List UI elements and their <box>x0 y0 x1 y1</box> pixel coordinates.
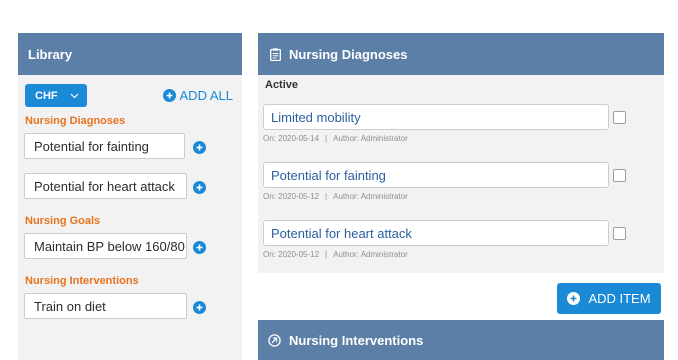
diagnosis-meta: On: 2020-05-12 | Author: Administrator <box>263 192 408 201</box>
diagnosis-entry: Potential for heart attack On: 2020-05-1… <box>258 213 664 271</box>
library-select[interactable]: CHF <box>25 84 87 107</box>
diagnosis-name-field[interactable]: Potential for heart attack <box>263 220 609 246</box>
diagnosis-author: Author: Administrator <box>333 250 408 259</box>
library-item[interactable]: Potential for fainting <box>24 133 185 159</box>
diagnosis-author: Author: Administrator <box>333 134 408 143</box>
diagnoses-header: Nursing Diagnoses <box>258 33 664 75</box>
add-library-item-button[interactable] <box>193 241 206 254</box>
add-item-button[interactable]: ADD ITEM <box>557 283 661 314</box>
library-item-row: Potential for fainting <box>18 131 242 171</box>
page: Library CHF ADD ALL Nursing Diagnoses Po… <box>0 0 678 360</box>
diagnosis-checkbox[interactable] <box>613 169 626 182</box>
plus-circle-icon <box>162 89 176 102</box>
add-all-button[interactable]: ADD ALL <box>162 88 233 103</box>
library-select-value: CHF <box>35 89 58 102</box>
plus-circle-icon <box>567 292 581 305</box>
diagnoses-panel: Nursing Diagnoses Active Limited mobilit… <box>258 33 664 273</box>
library-title: Library <box>28 46 73 62</box>
add-all-label: ADD ALL <box>179 88 233 103</box>
add-library-item-button[interactable] <box>193 141 206 154</box>
library-item-row: Train on diet <box>18 291 242 331</box>
add-library-item-button[interactable] <box>193 181 206 194</box>
library-item[interactable]: Train on diet <box>24 293 187 319</box>
library-section-interventions: Nursing Interventions <box>25 275 139 287</box>
diagnosis-name-field[interactable]: Limited mobility <box>263 104 609 130</box>
add-library-item-button[interactable] <box>193 301 206 314</box>
diagnosis-checkbox[interactable] <box>613 227 626 240</box>
library-section-goals: Nursing Goals <box>25 215 101 227</box>
add-item-label: ADD ITEM <box>588 291 651 306</box>
chevron-down-icon <box>70 93 79 99</box>
diagnosis-entry: Limited mobility On: 2020-05-14 | Author: … <box>258 97 664 155</box>
diagnoses-title: Nursing Diagnoses <box>289 46 408 62</box>
library-item-row: Potential for heart attack <box>18 171 242 211</box>
library-item[interactable]: Maintain BP below 160/80 <box>24 233 187 259</box>
library-item[interactable]: Potential for heart attack <box>24 173 187 199</box>
diagnosis-checkbox[interactable] <box>613 111 626 124</box>
arrow-circle-icon <box>268 333 281 347</box>
diagnosis-author: Author: Administrator <box>333 192 408 201</box>
clipboard-icon <box>270 47 281 61</box>
diagnosis-entry: Potential for fainting On: 2020-05-12 | Au… <box>258 155 664 213</box>
diagnosis-date: On: 2020-05-12 <box>263 192 320 201</box>
interventions-header[interactable]: Nursing Interventions <box>258 320 664 360</box>
diagnosis-name-field[interactable]: Potential for fainting <box>263 162 609 188</box>
library-controls: CHF ADD ALL <box>18 75 242 111</box>
interventions-panel: Nursing Interventions <box>258 320 664 360</box>
library-panel: Library CHF ADD ALL Nursing Diagnoses Po… <box>18 33 242 360</box>
active-label: Active <box>265 79 299 91</box>
diagnosis-date: On: 2020-05-14 <box>263 134 320 143</box>
library-item-row: Maintain BP below 160/80 <box>18 231 242 271</box>
library-header: Library <box>18 33 242 75</box>
library-section-diagnoses: Nursing Diagnoses <box>25 115 126 127</box>
diagnosis-meta: On: 2020-05-12 | Author: Administrator <box>263 250 408 259</box>
diagnosis-meta: On: 2020-05-14 | Author: Administrator <box>263 134 408 143</box>
interventions-title: Nursing Interventions <box>289 332 424 348</box>
diagnosis-date: On: 2020-05-12 <box>263 250 320 259</box>
